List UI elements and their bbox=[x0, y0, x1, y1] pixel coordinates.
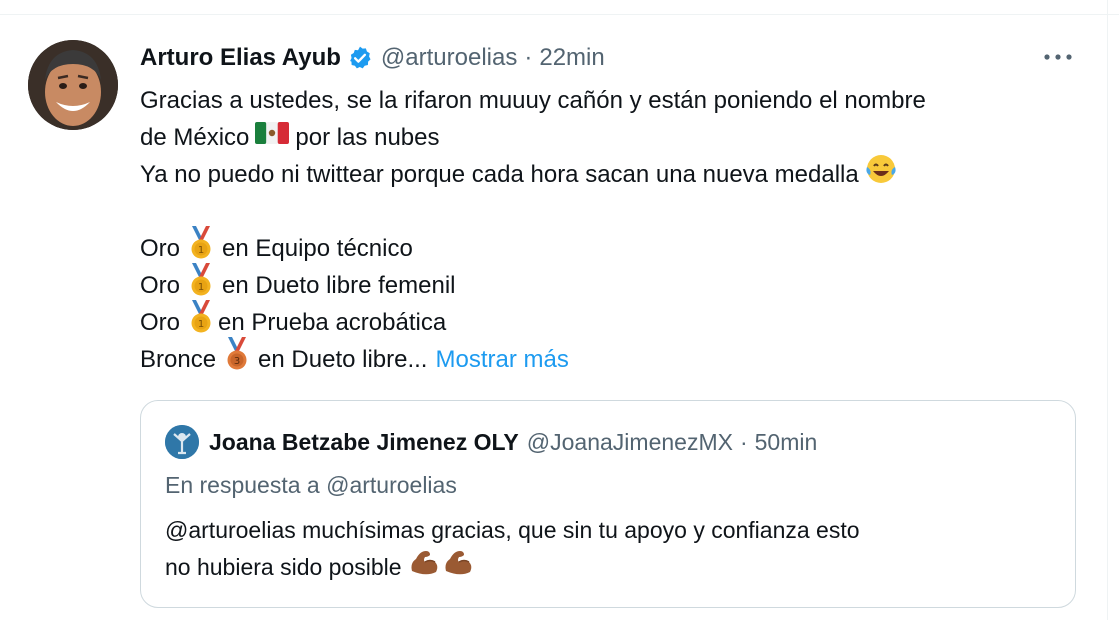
more-options-button[interactable] bbox=[1040, 44, 1076, 70]
quote-timestamp[interactable]: 50min bbox=[755, 429, 818, 456]
tweet-line-3-text: Ya no puedo ni twittear porque cada hora… bbox=[140, 161, 859, 188]
tweet-line-1: Gracias a ustedes, se la rifaron muuuy c… bbox=[140, 87, 926, 114]
medal-line-3: Oro 1 en Prueba acrobática bbox=[140, 300, 1080, 341]
medal-line-4: Bronce 3 en Dueto libre... Mostrar más bbox=[140, 337, 1080, 378]
quote-avatar-image bbox=[165, 425, 199, 459]
bronze-medal-icon: 3 bbox=[222, 337, 252, 382]
flexed-biceps-icon bbox=[442, 547, 474, 588]
quote-header: Joana Betzabe Jimenez OLY @JoanaJimenezM… bbox=[165, 425, 818, 459]
quote-text-line-1: @arturoelias muchísimas gracias, que sin… bbox=[165, 517, 860, 543]
reply-context: En respuesta a @arturoelias bbox=[165, 472, 457, 498]
svg-text:1: 1 bbox=[198, 319, 204, 330]
gold-medal-icon: 1 bbox=[186, 300, 216, 345]
medal-line-4-event: en Dueto libre... bbox=[258, 346, 428, 373]
medal-line-1-type: Oro bbox=[140, 235, 181, 262]
quote-text-line-2-text: no hubiera sido posible bbox=[165, 554, 402, 580]
medal-line-2: Oro 1 en Dueto libre femenil bbox=[140, 263, 1080, 304]
verified-badge-icon bbox=[347, 45, 373, 71]
medal-line-2-event: en Dueto libre femenil bbox=[222, 272, 456, 299]
medal-line-1-event: en Equipo técnico bbox=[222, 235, 413, 262]
quote-text-line-2: no hubiera sido posible bbox=[165, 549, 1045, 586]
author-name[interactable]: Arturo Elias Ayub bbox=[140, 44, 341, 72]
top-divider bbox=[0, 14, 1119, 15]
tweet-line-2-start: de México bbox=[140, 124, 250, 151]
svg-text:1: 1 bbox=[198, 245, 204, 256]
svg-text:3: 3 bbox=[234, 356, 240, 367]
quote-separator: · bbox=[739, 428, 748, 455]
quote-author-name[interactable]: Joana Betzabe Jimenez OLY bbox=[209, 429, 519, 456]
quote-text: @arturoelias muchísimas gracias, que sin… bbox=[165, 512, 1045, 586]
medal-line-3-event: en Prueba acrobática bbox=[218, 309, 447, 336]
more-horizontal-icon bbox=[1044, 54, 1072, 60]
author-handle[interactable]: @arturoelias bbox=[381, 44, 517, 72]
quote-author-avatar[interactable] bbox=[165, 425, 199, 459]
laughing-tears-emoji-icon bbox=[865, 153, 897, 196]
tweet-line-2: de México por las nubes bbox=[140, 119, 1080, 156]
tweet-header: Arturo Elias Ayub @arturoelias · 22min bbox=[140, 42, 605, 74]
header-separator: · bbox=[524, 44, 533, 71]
avatar-portrait bbox=[28, 40, 118, 130]
right-divider bbox=[1107, 0, 1108, 620]
mexico-flag-icon bbox=[255, 119, 290, 156]
medal-line-3-type: Oro bbox=[140, 309, 181, 336]
quote-author-handle[interactable]: @JoanaJimenezMX bbox=[527, 429, 733, 456]
tweet-line-3: Ya no puedo ni twittear porque cada hora… bbox=[140, 153, 1080, 196]
flexed-biceps-icon bbox=[408, 547, 440, 588]
author-avatar[interactable] bbox=[28, 40, 118, 130]
tweet-timestamp[interactable]: 22min bbox=[539, 44, 604, 72]
medal-line-4-type: Bronce bbox=[140, 346, 217, 373]
quoted-tweet-card[interactable]: Joana Betzabe Jimenez OLY @JoanaJimenezM… bbox=[140, 400, 1076, 608]
medal-line-1: Oro 1 en Equipo técnico bbox=[140, 226, 1080, 267]
tweet-text: Gracias a ustedes, se la rifaron muuuy c… bbox=[140, 82, 1080, 378]
medal-line-2-type: Oro bbox=[140, 272, 181, 299]
svg-text:1: 1 bbox=[198, 282, 204, 293]
show-more-link[interactable]: Mostrar más bbox=[435, 341, 568, 378]
tweet-line-2-end: por las nubes bbox=[295, 124, 440, 151]
